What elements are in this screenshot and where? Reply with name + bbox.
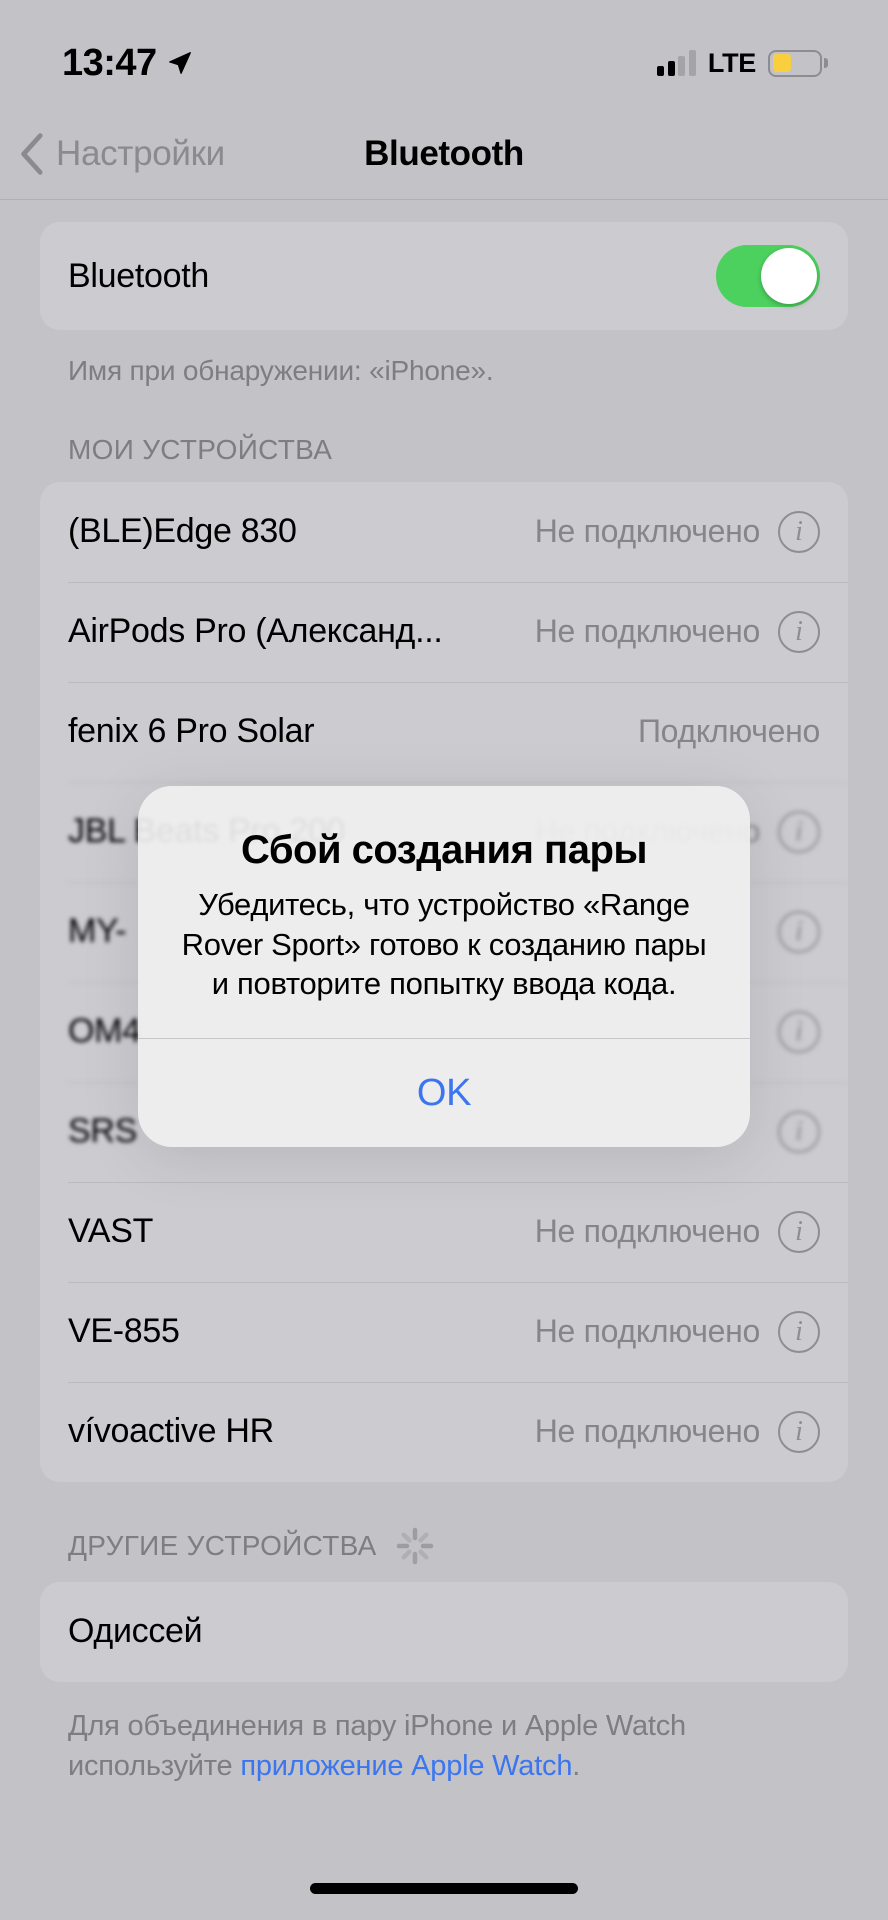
info-icon[interactable]: i: [778, 1310, 820, 1353]
chevron-left-icon: [21, 132, 43, 175]
info-icon[interactable]: i: [778, 1010, 820, 1053]
device-row[interactable]: Одиссей: [40, 1582, 848, 1682]
dialog-message: Убедитесь, что устройство «Range Rover S…: [181, 887, 707, 1002]
device-row-right: i: [778, 1010, 820, 1053]
device-status: Не подключено: [534, 1213, 761, 1250]
info-icon[interactable]: i: [778, 610, 820, 653]
info-icon[interactable]: i: [778, 510, 820, 553]
device-status: Не подключено: [534, 1313, 761, 1350]
device-row[interactable]: AirPods Pro (Александ... Не подключено i: [40, 581, 848, 682]
info-icon[interactable]: i: [778, 1210, 820, 1253]
other-devices-header-label: ДРУГИЕ УСТРОЙСТВА: [68, 1529, 377, 1561]
status-bar-right: LTE: [657, 48, 828, 79]
device-row-right: Не подключено i: [534, 610, 820, 653]
bluetooth-switch[interactable]: [716, 245, 820, 307]
discoverable-name-note: Имя при обнаружении: «iPhone».: [68, 355, 494, 386]
device-status: Не подключено: [534, 613, 761, 650]
apple-watch-pairing-note: Для объединения в пару iPhone и Apple Wa…: [40, 1682, 848, 1787]
device-name: SRS: [68, 1112, 138, 1151]
status-bar-left: 13:47: [62, 42, 193, 85]
pairing-failed-dialog: Сбой создания пары Убедитесь, что устрой…: [138, 786, 750, 1148]
status-bar-time: 13:47: [62, 41, 157, 84]
device-row[interactable]: VE-855 Не подключено i: [40, 1281, 848, 1382]
device-name: (BLE)Edge 830: [68, 512, 297, 551]
device-status: Подключено: [637, 713, 820, 750]
device-row[interactable]: vívoactive HR Не подключено i: [40, 1381, 848, 1482]
battery-icon: [768, 49, 828, 77]
dialog-title: Сбой создания пары: [240, 828, 648, 872]
other-devices-list: Одиссей: [40, 1581, 848, 1682]
dialog-body: Сбой создания пары Убедитесь, что устрой…: [138, 786, 750, 1038]
device-name: AirPods Pro (Александ...: [68, 612, 443, 651]
device-row-right: i: [778, 1110, 820, 1153]
device-row[interactable]: (BLE)Edge 830 Не подключено i: [40, 482, 848, 582]
device-row-right: Не подключено i: [534, 1410, 820, 1453]
info-icon[interactable]: i: [778, 810, 820, 853]
my-devices-header: МОИ УСТРОЙСТВА: [40, 390, 848, 482]
device-row-right: i: [778, 910, 820, 953]
dialog-ok-button[interactable]: OK: [138, 1039, 750, 1147]
device-row-right: Подключено: [638, 713, 820, 750]
navigation-bar: Настройки Bluetooth: [0, 108, 888, 200]
device-status: Не подключено: [534, 513, 761, 550]
device-row-right: Не подключено i: [534, 510, 820, 553]
cellular-signal-icon: [657, 50, 696, 76]
bluetooth-label: Bluetooth: [68, 256, 209, 295]
network-type-label: LTE: [707, 47, 756, 78]
info-icon[interactable]: i: [778, 1410, 820, 1453]
loading-spinner-icon: [396, 1527, 433, 1565]
status-bar: 13:47 LTE: [0, 0, 888, 108]
device-name: VE-855: [68, 1312, 180, 1351]
device-row-right: Не подключено i: [534, 1210, 820, 1253]
device-row-right: Не подключено i: [534, 1310, 820, 1353]
location-arrow-icon: [168, 52, 191, 74]
other-devices-header: ДРУГИЕ УСТРОЙСТВА: [40, 1482, 848, 1582]
device-name: vívoactive HR: [68, 1412, 274, 1451]
bluetooth-toggle-row[interactable]: Bluetooth: [40, 222, 848, 330]
device-name: OM4: [68, 1012, 141, 1051]
apple-watch-app-link[interactable]: приложение Apple Watch: [240, 1750, 572, 1782]
home-indicator: [310, 1883, 578, 1894]
device-name: VAST: [68, 1212, 154, 1251]
bluetooth-toggle-card: Bluetooth: [40, 222, 848, 330]
my-devices-header-label: МОИ УСТРОЙСТВА: [68, 433, 333, 465]
device-name: fenix 6 Pro Solar: [68, 712, 315, 751]
info-icon[interactable]: i: [778, 910, 820, 953]
device-row[interactable]: fenix 6 Pro Solar Подключено: [40, 681, 848, 782]
device-status: Не подключено: [534, 1413, 761, 1450]
device-name: MY-: [68, 912, 127, 951]
device-row[interactable]: VAST Не подключено i: [40, 1181, 848, 1282]
info-icon[interactable]: i: [778, 1110, 820, 1153]
back-button[interactable]: Настройки: [0, 132, 225, 176]
device-name: Одиссей: [68, 1612, 203, 1651]
apple-watch-note-after: .: [572, 1750, 581, 1783]
back-button-label: Настройки: [56, 133, 225, 173]
